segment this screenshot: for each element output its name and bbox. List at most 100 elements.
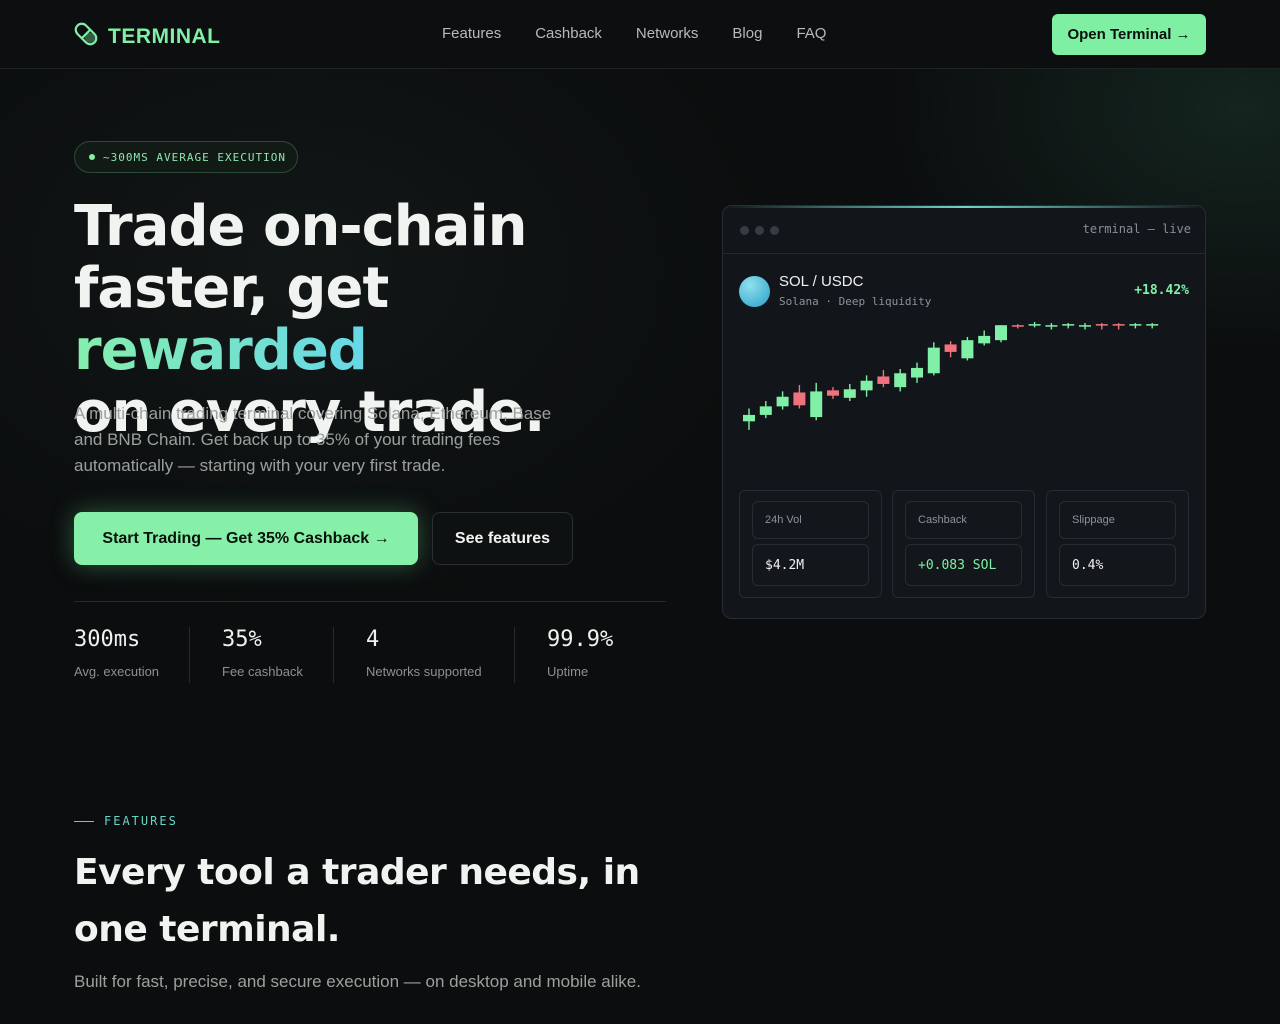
brand-name: TERMINAL xyxy=(108,24,221,48)
candle xyxy=(1011,324,1024,329)
terminal-preview-card: terminal — live SOL / USDC Solana · Deep… xyxy=(722,205,1206,619)
badge-text: ~300MS AVERAGE EXECUTION xyxy=(103,150,286,164)
metric-slippage: Slippage 0.4% xyxy=(1046,490,1189,598)
brand-logo[interactable]: TERMINAL xyxy=(74,21,221,52)
stat-uptime: 99.9% Uptime xyxy=(547,627,613,683)
candle xyxy=(1028,322,1041,328)
metric-value: 0.4% xyxy=(1059,544,1176,586)
candle xyxy=(1129,323,1142,329)
stat-value: 300ms xyxy=(74,627,141,652)
candle-body xyxy=(1112,324,1125,326)
pair-name: SOL / USDC xyxy=(779,273,864,290)
hero-title-line-1: Trade on-chain xyxy=(74,194,528,259)
candle-body xyxy=(1095,324,1108,326)
candle xyxy=(1146,323,1159,329)
metric-label: Cashback xyxy=(905,501,1022,539)
nav-links: Features Cashback Networks Blog FAQ xyxy=(442,25,860,42)
candle-body xyxy=(776,396,789,407)
terminal-window-header: terminal — live xyxy=(723,206,1205,254)
candle-body xyxy=(911,367,923,378)
pair-change: +18.42% xyxy=(1134,283,1189,298)
nav-link-blog[interactable]: Blog xyxy=(732,25,762,42)
candle-body xyxy=(860,380,873,391)
metric-value: +0.083 SOL xyxy=(905,544,1022,586)
pill-icon xyxy=(74,21,98,52)
candle-body xyxy=(1011,325,1024,327)
terminal-live-label: terminal — live xyxy=(1082,222,1191,236)
metric-volume: 24h Vol $4.2M xyxy=(739,490,882,598)
candle xyxy=(793,385,806,409)
hero-subtitle: A multi-chain trading terminal covering … xyxy=(74,404,552,475)
candle-body xyxy=(1129,324,1142,326)
candle-body xyxy=(995,325,1007,341)
window-dot-icon xyxy=(770,226,779,235)
start-trading-button[interactable]: Start Trading — Get 35% Cashback → xyxy=(74,512,418,565)
stat-label: Avg. execution xyxy=(74,664,160,679)
features-title: Every tool a trader needs, in one termin… xyxy=(74,852,640,950)
metric-value: $4.2M xyxy=(752,544,869,586)
candle xyxy=(1095,323,1108,330)
candle-body xyxy=(1045,325,1058,327)
candle xyxy=(995,325,1007,343)
sol-token-icon xyxy=(739,276,770,307)
candle xyxy=(894,368,907,392)
stat-separator xyxy=(333,627,334,683)
candle-body xyxy=(743,414,755,422)
candle xyxy=(743,408,755,430)
candle xyxy=(944,341,957,358)
candle xyxy=(1062,323,1075,329)
status-dot-icon xyxy=(89,154,95,160)
candle xyxy=(810,382,823,421)
candle-body xyxy=(827,390,839,396)
candle xyxy=(978,330,991,346)
eyebrow-text: FEATURES xyxy=(104,814,178,828)
eyebrow-line xyxy=(74,820,94,822)
stats-divider xyxy=(74,601,666,602)
execution-badge: ~300MS AVERAGE EXECUTION xyxy=(74,141,298,173)
stat-label: Networks supported xyxy=(366,664,482,679)
candle-body xyxy=(877,376,890,384)
stat-separator xyxy=(514,627,515,683)
candle-body xyxy=(1028,324,1041,326)
candle xyxy=(860,375,873,397)
features-eyebrow: FEATURES xyxy=(74,814,178,828)
candle xyxy=(927,342,940,376)
candle-body xyxy=(810,391,823,418)
candle-body xyxy=(843,389,856,398)
candlestick-chart xyxy=(743,322,1159,430)
window-dot-icon xyxy=(740,226,749,235)
stat-label: Fee cashback xyxy=(222,664,303,679)
candle xyxy=(843,383,856,402)
candle xyxy=(827,387,839,399)
candle-body xyxy=(894,373,907,388)
candle-body xyxy=(944,344,957,352)
candle xyxy=(877,370,890,388)
candle xyxy=(1079,323,1091,330)
open-terminal-button[interactable]: Open Terminal → xyxy=(1052,14,1206,55)
nav-link-features[interactable]: Features xyxy=(442,25,501,42)
nav-link-networks[interactable]: Networks xyxy=(636,25,699,42)
stat-networks: 4 Networks supported xyxy=(366,627,482,683)
candle xyxy=(1112,323,1125,330)
candle-body xyxy=(1079,325,1091,327)
candle xyxy=(961,336,974,361)
candle-body xyxy=(1062,324,1075,326)
nav-link-faq[interactable]: FAQ xyxy=(796,25,826,42)
hero-title-accent: rewarded xyxy=(74,318,368,383)
candle-body xyxy=(1146,324,1159,326)
candle-body xyxy=(927,347,940,374)
metric-label: Slippage xyxy=(1059,501,1176,539)
see-features-button[interactable]: See features xyxy=(432,512,573,565)
stat-value: 4 xyxy=(366,627,380,652)
stat-separator xyxy=(189,627,190,683)
pair-subtitle: Solana · Deep liquidity xyxy=(779,295,932,308)
candle-body xyxy=(961,340,974,359)
stat-value: 35% xyxy=(222,627,262,652)
metric-label: 24h Vol xyxy=(752,501,869,539)
candle xyxy=(776,391,789,410)
nav-link-cashback[interactable]: Cashback xyxy=(535,25,602,42)
stat-value: 99.9% xyxy=(547,627,614,652)
stat-execution: 300ms Avg. execution xyxy=(74,627,159,683)
stat-label: Uptime xyxy=(547,664,589,679)
metric-cashback: Cashback +0.083 SOL xyxy=(892,490,1035,598)
